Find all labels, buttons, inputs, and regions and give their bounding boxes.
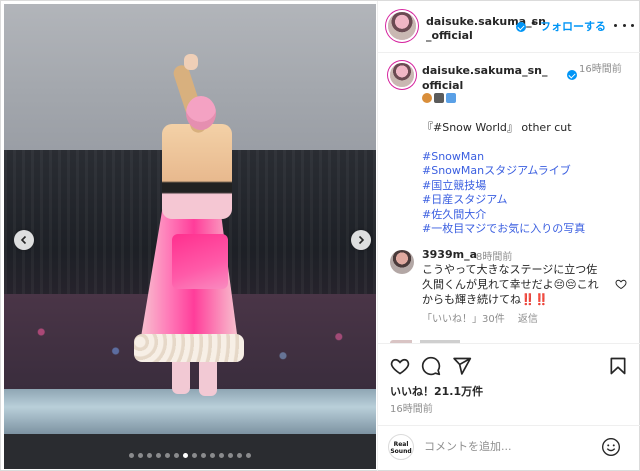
post-timestamp: 16時間前 xyxy=(390,404,433,415)
header-separator: • xyxy=(530,17,537,30)
comment-meta: 「いいね！」30件 返信 xyxy=(422,310,548,325)
caption-timestamp: 16時間前 xyxy=(579,64,622,75)
post-header: daisuke.sakuma_sn_official • フォローする xyxy=(378,1,640,53)
caption-text: 『#Snow World』 other cut #SnowMan #SnowMa… xyxy=(422,121,632,237)
lion-face-icon xyxy=(422,93,432,103)
carousel-next-button[interactable] xyxy=(351,230,371,250)
caption-title-line: 『#Snow World』 other cut xyxy=(422,121,572,134)
commenter-avatar[interactable] xyxy=(390,250,414,274)
chevron-left-icon xyxy=(20,235,27,245)
carousel-dot xyxy=(192,453,197,458)
camera-flash-icon xyxy=(434,93,444,103)
performer-head xyxy=(186,96,216,130)
author-username[interactable]: daisuke.sakuma_sn_official xyxy=(426,15,546,43)
emoji-smiley-icon[interactable] xyxy=(601,437,621,457)
comment-input[interactable] xyxy=(424,440,594,453)
comments-scroll-area[interactable]: daisuke.sakuma_sn_official 16時間前 『#Snow … xyxy=(378,53,640,343)
comment-like-count[interactable]: 「いいね！」30件 xyxy=(422,314,505,325)
hashtag-link[interactable]: #佐久間大介 xyxy=(422,208,632,223)
photo-stage-front xyxy=(4,434,376,469)
comment-timestamp: 8時間前 xyxy=(476,252,513,263)
post-photo[interactable] xyxy=(4,4,376,469)
photo-stage xyxy=(4,389,376,434)
post-like-count[interactable]: いいね！21.1万件 xyxy=(390,383,483,399)
add-comment-bar: Real Sound xyxy=(378,425,640,471)
caption-author-avatar[interactable] xyxy=(390,63,414,87)
carousel-dot xyxy=(210,453,215,458)
share-paper-plane-icon[interactable] xyxy=(452,356,472,376)
like-heart-icon[interactable] xyxy=(390,356,410,376)
more-options-icon[interactable] xyxy=(614,19,634,31)
current-account-avatar[interactable]: Real Sound xyxy=(388,434,414,460)
carousel-dot xyxy=(147,453,152,458)
follow-button[interactable]: フォローする xyxy=(540,18,606,34)
carousel-dot xyxy=(246,453,251,458)
commenter-username[interactable]: 3939m_a xyxy=(422,248,477,261)
comment-text: こうやって大きなステージに立つ佐久間くんが見れて幸せだよ😔😔これからも輝き続けて… xyxy=(422,263,599,306)
up-arrow-button-icon xyxy=(446,93,456,103)
caption-username[interactable]: daisuke.sakuma_sn_official xyxy=(422,63,550,93)
carousel-dot xyxy=(138,453,143,458)
carousel-previous-button[interactable] xyxy=(14,230,34,250)
hashtag-link[interactable]: #SnowMan xyxy=(422,150,632,165)
performer-fist xyxy=(184,54,198,70)
carousel-dot xyxy=(201,453,206,458)
hashtag-link[interactable]: #SnowManスタジアムライブ xyxy=(422,164,632,179)
save-bookmark-icon[interactable] xyxy=(608,356,628,376)
reply-button[interactable]: 返信 xyxy=(518,314,538,325)
carousel-dot-active xyxy=(183,453,188,458)
comment-item: 3939m_a 8時間前 こうやって大きなステージに立つ佐久間くんが見れて幸せだ… xyxy=(378,248,640,328)
carousel-pager-dots xyxy=(4,453,376,461)
performer-frill xyxy=(134,334,244,362)
chevron-right-icon xyxy=(358,235,365,245)
hashtag-link[interactable]: #日産スタジアム xyxy=(422,193,632,208)
carousel-dot xyxy=(129,453,134,458)
caption-emoji-row xyxy=(422,93,456,103)
comment-like-heart-icon[interactable] xyxy=(615,278,627,290)
author-avatar[interactable] xyxy=(388,12,416,40)
comment-bubble-icon[interactable] xyxy=(421,356,441,376)
post-side-pane: daisuke.sakuma_sn_official • フォローする dais… xyxy=(377,1,640,471)
verified-badge-icon xyxy=(516,22,526,32)
instagram-post-embed: daisuke.sakuma_sn_official • フォローする dais… xyxy=(0,0,640,471)
carousel-dot xyxy=(237,453,242,458)
carousel-dot xyxy=(165,453,170,458)
carousel-dot xyxy=(174,453,179,458)
hashtag-link[interactable]: #一枚目マジでお気に入りの写真 xyxy=(422,222,632,237)
carousel-dot xyxy=(219,453,224,458)
performer-sash xyxy=(172,234,228,289)
performer-torso xyxy=(162,124,232,219)
hashtag-link[interactable]: #国立競技場 xyxy=(422,179,632,194)
carousel-dot xyxy=(156,453,161,458)
carousel-dot xyxy=(228,453,233,458)
post-actions: いいね！21.1万件 16時間前 xyxy=(378,343,640,433)
verified-badge-icon xyxy=(567,70,577,80)
